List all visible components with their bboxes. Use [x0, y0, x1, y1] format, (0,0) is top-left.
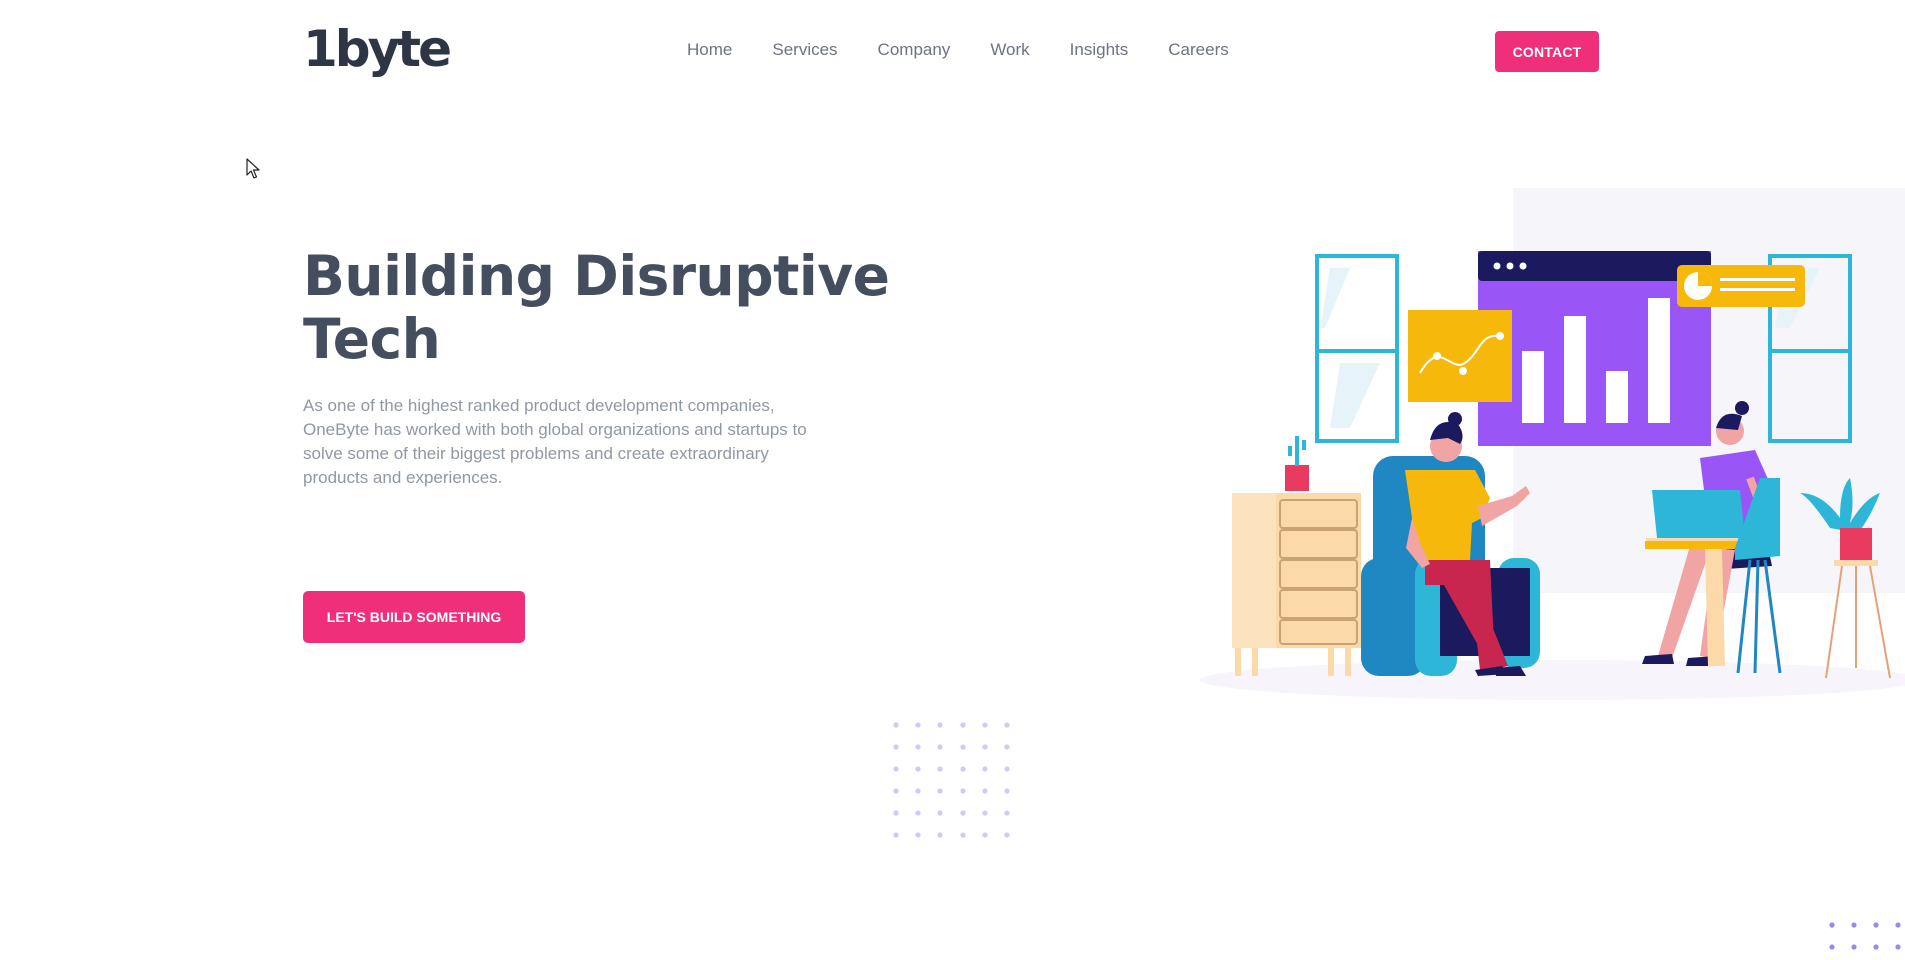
- nav-company[interactable]: Company: [878, 38, 951, 62]
- lets-build-button[interactable]: LET'S BUILD SOMETHING: [303, 591, 525, 643]
- line-graph-card-icon: [1408, 310, 1512, 402]
- nav-insights[interactable]: Insights: [1070, 38, 1129, 62]
- hero-title: Building Disruptive Tech: [303, 245, 903, 371]
- nav-home[interactable]: Home: [687, 38, 732, 62]
- dots-decoration: [893, 722, 1010, 838]
- site-header: 1byte Home Services Company Work Insight…: [0, 0, 1905, 100]
- mouse-pointer-icon: [246, 158, 260, 179]
- nav-work[interactable]: Work: [990, 38, 1029, 62]
- hero-title-line2: Tech: [303, 307, 441, 371]
- pie-chart-card-icon: [1677, 265, 1805, 307]
- nav-services[interactable]: Services: [772, 38, 837, 62]
- cabinet-icon: [1232, 493, 1361, 676]
- hero-description: As one of the highest ranked product dev…: [303, 396, 807, 487]
- hero-illustration: [1200, 188, 1905, 700]
- contact-button[interactable]: CONTACT: [1495, 31, 1599, 72]
- hero-title-line1: Building Disruptive: [303, 244, 890, 308]
- nav-careers[interactable]: Careers: [1168, 38, 1228, 62]
- cactus-plant-icon: [1285, 436, 1309, 491]
- main-nav: Home Services Company Work Insights Care…: [687, 38, 1269, 62]
- dots-decoration-corner: [1829, 922, 1901, 950]
- chart-screen-icon: [1478, 251, 1711, 446]
- logo[interactable]: 1byte: [303, 18, 452, 80]
- floor-shadow: [1200, 660, 1905, 700]
